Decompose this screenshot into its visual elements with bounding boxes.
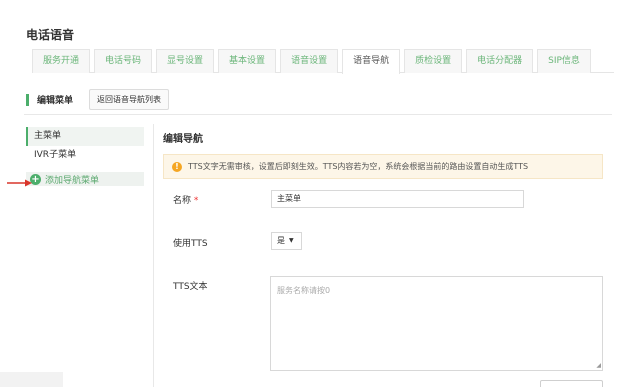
editor-title: 编辑导航 — [163, 134, 203, 145]
tab-bar: 服务开通 电话号码 显号设置 基本设置 语音设置 语音导航 质检设置 电话分配器… — [32, 49, 614, 74]
notice-banner: ! TTS文字无需审核，设置后即刻生效。TTS内容若为空，系统会根据当前的路由设… — [163, 154, 603, 179]
name-label: 名称 * — [173, 193, 198, 206]
page-title: 电话语音 — [26, 28, 75, 42]
sub-title: 编辑菜单 — [37, 96, 74, 106]
tab-quality-settings[interactable]: 质检设置 — [404, 49, 463, 73]
tab-voice-settings[interactable]: 语音设置 — [280, 49, 339, 73]
add-menu-button[interactable]: + 添加导航菜单 — [26, 172, 144, 186]
tab-sip-info[interactable]: SIP信息 — [537, 49, 591, 73]
tts-select[interactable]: 是 ▼ — [271, 232, 302, 250]
tab-service[interactable]: 服务开通 — [32, 49, 91, 73]
arrow-icon — [7, 179, 32, 187]
tts-text-label: TTS文本 — [173, 282, 208, 292]
tts-select-value: 是 — [277, 236, 285, 245]
resize-handle-icon[interactable]: ◢ — [596, 362, 601, 369]
tab-display-number[interactable]: 显号设置 — [156, 49, 215, 73]
footer-block — [0, 372, 63, 387]
sidebar-item-ivr-submenu[interactable]: IVR子菜单 — [26, 146, 144, 165]
caret-down-icon: ▼ — [289, 237, 294, 244]
save-button-partial[interactable] — [540, 380, 603, 387]
name-label-text: 名称 — [173, 196, 192, 206]
tab-call-distributor[interactable]: 电话分配器 — [466, 49, 534, 73]
tab-phone-number[interactable]: 电话号码 — [94, 49, 153, 73]
required-mark: * — [193, 196, 199, 206]
tts-label: 使用TTS — [173, 239, 208, 249]
name-input[interactable]: 主菜单 — [271, 190, 524, 208]
add-menu-label: 添加导航菜单 — [45, 175, 100, 186]
panel-divider — [153, 124, 154, 387]
notice-text: TTS文字无需审核，设置后即刻生效。TTS内容若为空，系统会根据当前的路由设置自… — [188, 162, 529, 171]
sub-header: 编辑菜单 返回语音导航列表 — [26, 89, 170, 110]
warning-icon: ! — [172, 161, 182, 172]
tts-text-placeholder: 服务名称请按0 — [277, 286, 331, 295]
tab-basic-settings[interactable]: 基本设置 — [218, 49, 277, 73]
back-to-list-button[interactable]: 返回语音导航列表 — [89, 89, 170, 110]
sidebar: 主菜单 IVR子菜单 + 添加导航菜单 — [26, 127, 144, 186]
section-marker — [26, 93, 29, 106]
divider — [24, 114, 612, 115]
sidebar-item-main-menu[interactable]: 主菜单 — [26, 127, 144, 146]
tts-text-area[interactable]: 服务名称请按0 ◢ — [270, 276, 603, 371]
tab-voice-navigation[interactable]: 语音导航 — [342, 49, 401, 74]
